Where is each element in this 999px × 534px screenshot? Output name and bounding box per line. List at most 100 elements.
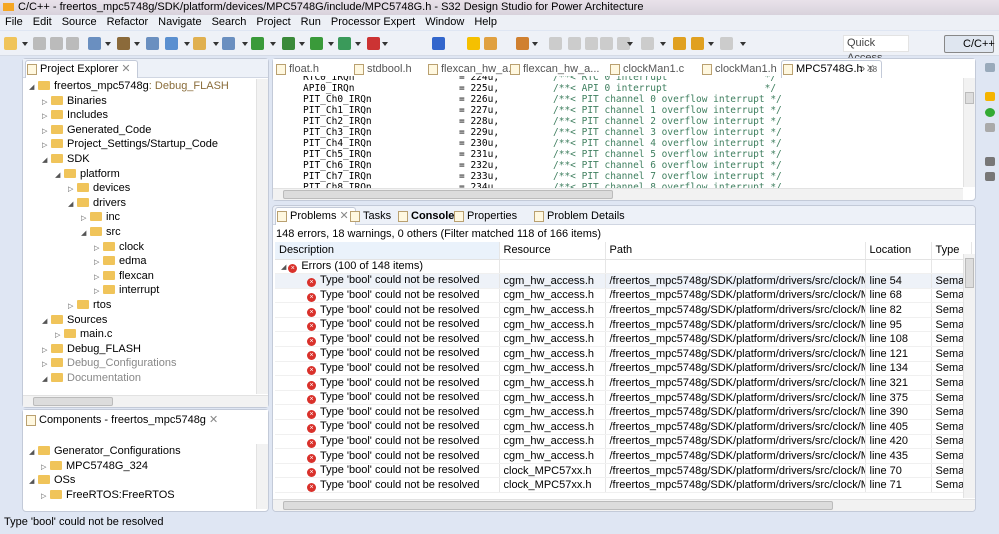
toolbar-button-icon[interactable] xyxy=(222,37,235,50)
close-icon[interactable]: ✕ xyxy=(336,210,349,222)
tree-item[interactable]: ◢ freertos_mpc5748g: Debug_FLASH xyxy=(29,79,229,93)
toolbar-button-icon[interactable] xyxy=(641,37,654,50)
menu-navigate[interactable]: Navigate xyxy=(153,15,206,30)
chevron-down-icon[interactable] xyxy=(627,42,633,46)
tree-item[interactable]: ▷ Debug_Configurations xyxy=(42,356,176,370)
outline-icon[interactable] xyxy=(985,63,995,72)
chevron-down-icon[interactable] xyxy=(532,42,538,46)
close-icon[interactable]: ✕ xyxy=(209,414,218,426)
column-header-location[interactable]: Location xyxy=(865,242,932,260)
tree-item[interactable]: ▷ inc xyxy=(81,210,120,224)
chevron-down-icon[interactable] xyxy=(22,42,28,46)
tree-item[interactable]: ◢ platform xyxy=(55,167,120,181)
menu-help[interactable]: Help xyxy=(469,15,502,30)
tree-item[interactable]: ◢ drivers xyxy=(68,196,126,210)
toolbar-button-icon[interactable] xyxy=(50,37,63,50)
menu-window[interactable]: Window xyxy=(420,15,469,30)
table-row[interactable]: × Type 'bool' could not be resolved cgm_hw… xyxy=(275,404,972,421)
table-row[interactable]: × Type 'bool' could not be resolved cgm_hw… xyxy=(275,317,972,333)
toolbar-button-icon[interactable] xyxy=(4,37,17,50)
tab-console[interactable]: Console xyxy=(397,208,454,224)
menu-refactor[interactable]: Refactor xyxy=(102,15,154,30)
menu-processor-expert[interactable]: Processor Expert xyxy=(326,15,420,30)
tree-item[interactable]: ▷ FreeRTOS:FreeRTOS xyxy=(41,488,175,502)
tab-flexcan-hw-a-[interactable]: flexcan_hw_a... xyxy=(427,61,517,77)
toolbar-button-icon[interactable] xyxy=(165,37,178,50)
toolbar-button-icon[interactable] xyxy=(720,37,733,50)
table-row[interactable]: × Type 'bool' could not be resolved cgm_hw… xyxy=(275,434,972,450)
toolbar-button-icon[interactable] xyxy=(484,37,497,50)
tab-clockman1-c[interactable]: clockMan1.c xyxy=(609,61,684,77)
table-row[interactable]: × Type 'bool' could not be resolved clock_… xyxy=(275,477,972,493)
tree-item[interactable]: ◢ Generator_Configurations xyxy=(29,444,181,458)
horizontal-scrollbar[interactable] xyxy=(273,188,963,200)
expanded-arrow-icon[interactable]: ◢ xyxy=(55,169,64,183)
toolbar-button-icon[interactable] xyxy=(467,37,480,50)
table-row[interactable]: × Type 'bool' could not be resolved cgm_hw… xyxy=(275,375,972,391)
expanded-arrow-icon[interactable]: ◢ xyxy=(281,264,288,271)
column-header-path[interactable]: Path xyxy=(605,242,866,260)
chevron-down-icon[interactable] xyxy=(105,42,111,46)
tree-item[interactable]: ▷ interrupt xyxy=(94,283,159,297)
error-group[interactable]: ◢ × Errors (100 of 148 items) xyxy=(275,259,500,275)
tree-item[interactable]: ◢ Documentation xyxy=(42,371,141,385)
expanded-arrow-icon[interactable]: ◢ xyxy=(42,315,51,329)
chevron-down-icon[interactable] xyxy=(242,42,248,46)
horizontal-scrollbar[interactable] xyxy=(23,395,268,407)
horizontal-scrollbar[interactable] xyxy=(273,499,975,511)
processor-expert-icon[interactable] xyxy=(985,92,995,101)
menu-run[interactable]: Run xyxy=(296,15,326,30)
vertical-scrollbar[interactable] xyxy=(963,254,975,498)
vertical-scrollbar[interactable] xyxy=(963,78,975,187)
close-icon[interactable]: ✕ xyxy=(121,63,130,75)
table-row[interactable]: × Type 'bool' could not be resolved cgm_hw… xyxy=(275,361,972,377)
toolbar-button-icon[interactable] xyxy=(66,37,79,50)
toolbar-button-icon[interactable] xyxy=(673,37,686,50)
toolbar-button-icon[interactable] xyxy=(338,37,351,50)
tree-item[interactable]: ▷ Project_Settings/Startup_Code xyxy=(42,137,218,151)
menu-search[interactable]: Search xyxy=(207,15,252,30)
tree-item[interactable]: ▷ edma xyxy=(94,254,147,268)
table-row[interactable]: × Type 'bool' could not be resolved clock_… xyxy=(275,463,972,479)
menu-project[interactable]: Project xyxy=(251,15,295,30)
expanded-arrow-icon[interactable]: ◢ xyxy=(81,227,90,241)
tree-item[interactable]: ◢ src xyxy=(81,225,121,239)
memory-icon[interactable] xyxy=(985,123,995,132)
chevron-down-icon[interactable] xyxy=(299,42,305,46)
table-row[interactable]: × Type 'bool' could not be resolved cgm_hw… xyxy=(275,390,972,406)
tree-item[interactable]: ▷ clock xyxy=(94,240,144,254)
chevron-down-icon[interactable] xyxy=(355,42,361,46)
tree-item[interactable]: ▷ Binaries xyxy=(42,94,107,108)
table-row[interactable]: × Type 'bool' could not be resolved cgm_hw… xyxy=(275,448,972,464)
tab-clockman1-h[interactable]: clockMan1.h xyxy=(701,61,777,77)
toolbar-button-icon[interactable] xyxy=(585,37,598,50)
collapsed-arrow-icon[interactable]: ▷ xyxy=(41,490,50,504)
expanded-arrow-icon[interactable]: ◢ xyxy=(42,373,51,387)
expanded-arrow-icon[interactable]: ◢ xyxy=(42,154,51,168)
tree-item[interactable]: ▷ Includes xyxy=(42,108,108,122)
toolbar-button-icon[interactable] xyxy=(117,37,130,50)
chevron-down-icon[interactable] xyxy=(708,42,714,46)
perspective-cc-button[interactable]: C/C++ xyxy=(944,35,995,53)
tab-problems[interactable]: Problems ✕ xyxy=(275,207,356,225)
toolbar-button-icon[interactable] xyxy=(310,37,323,50)
toolbar-button-icon[interactable] xyxy=(549,37,562,50)
toolbar-button-icon[interactable] xyxy=(568,37,581,50)
error-group-row[interactable]: ◢ × Errors (100 of 148 items) xyxy=(275,259,972,275)
chevron-down-icon[interactable] xyxy=(270,42,276,46)
expanded-arrow-icon[interactable]: ◢ xyxy=(68,198,77,212)
menu-edit[interactable]: Edit xyxy=(28,15,57,30)
tab-properties[interactable]: Properties xyxy=(453,208,517,224)
expanded-arrow-icon[interactable]: ◢ xyxy=(29,446,38,460)
table-row[interactable]: × Type 'bool' could not be resolved cgm_hw… xyxy=(275,302,972,318)
chevron-down-icon[interactable] xyxy=(134,42,140,46)
debug-tool-icon[interactable] xyxy=(985,172,995,181)
column-header-resource[interactable]: Resource xyxy=(499,242,606,260)
toolbar-button-icon[interactable] xyxy=(367,37,380,50)
chevron-down-icon[interactable] xyxy=(213,42,219,46)
tab-flexcan-hw-a-[interactable]: flexcan_hw_a... xyxy=(509,61,599,77)
quick-access-input[interactable]: Quick Access xyxy=(843,35,909,64)
tab-tasks[interactable]: Tasks xyxy=(349,208,391,224)
tab-stdbool-h[interactable]: stdbool.h xyxy=(353,61,412,77)
tree-item[interactable]: ▷ main.c xyxy=(55,327,112,341)
